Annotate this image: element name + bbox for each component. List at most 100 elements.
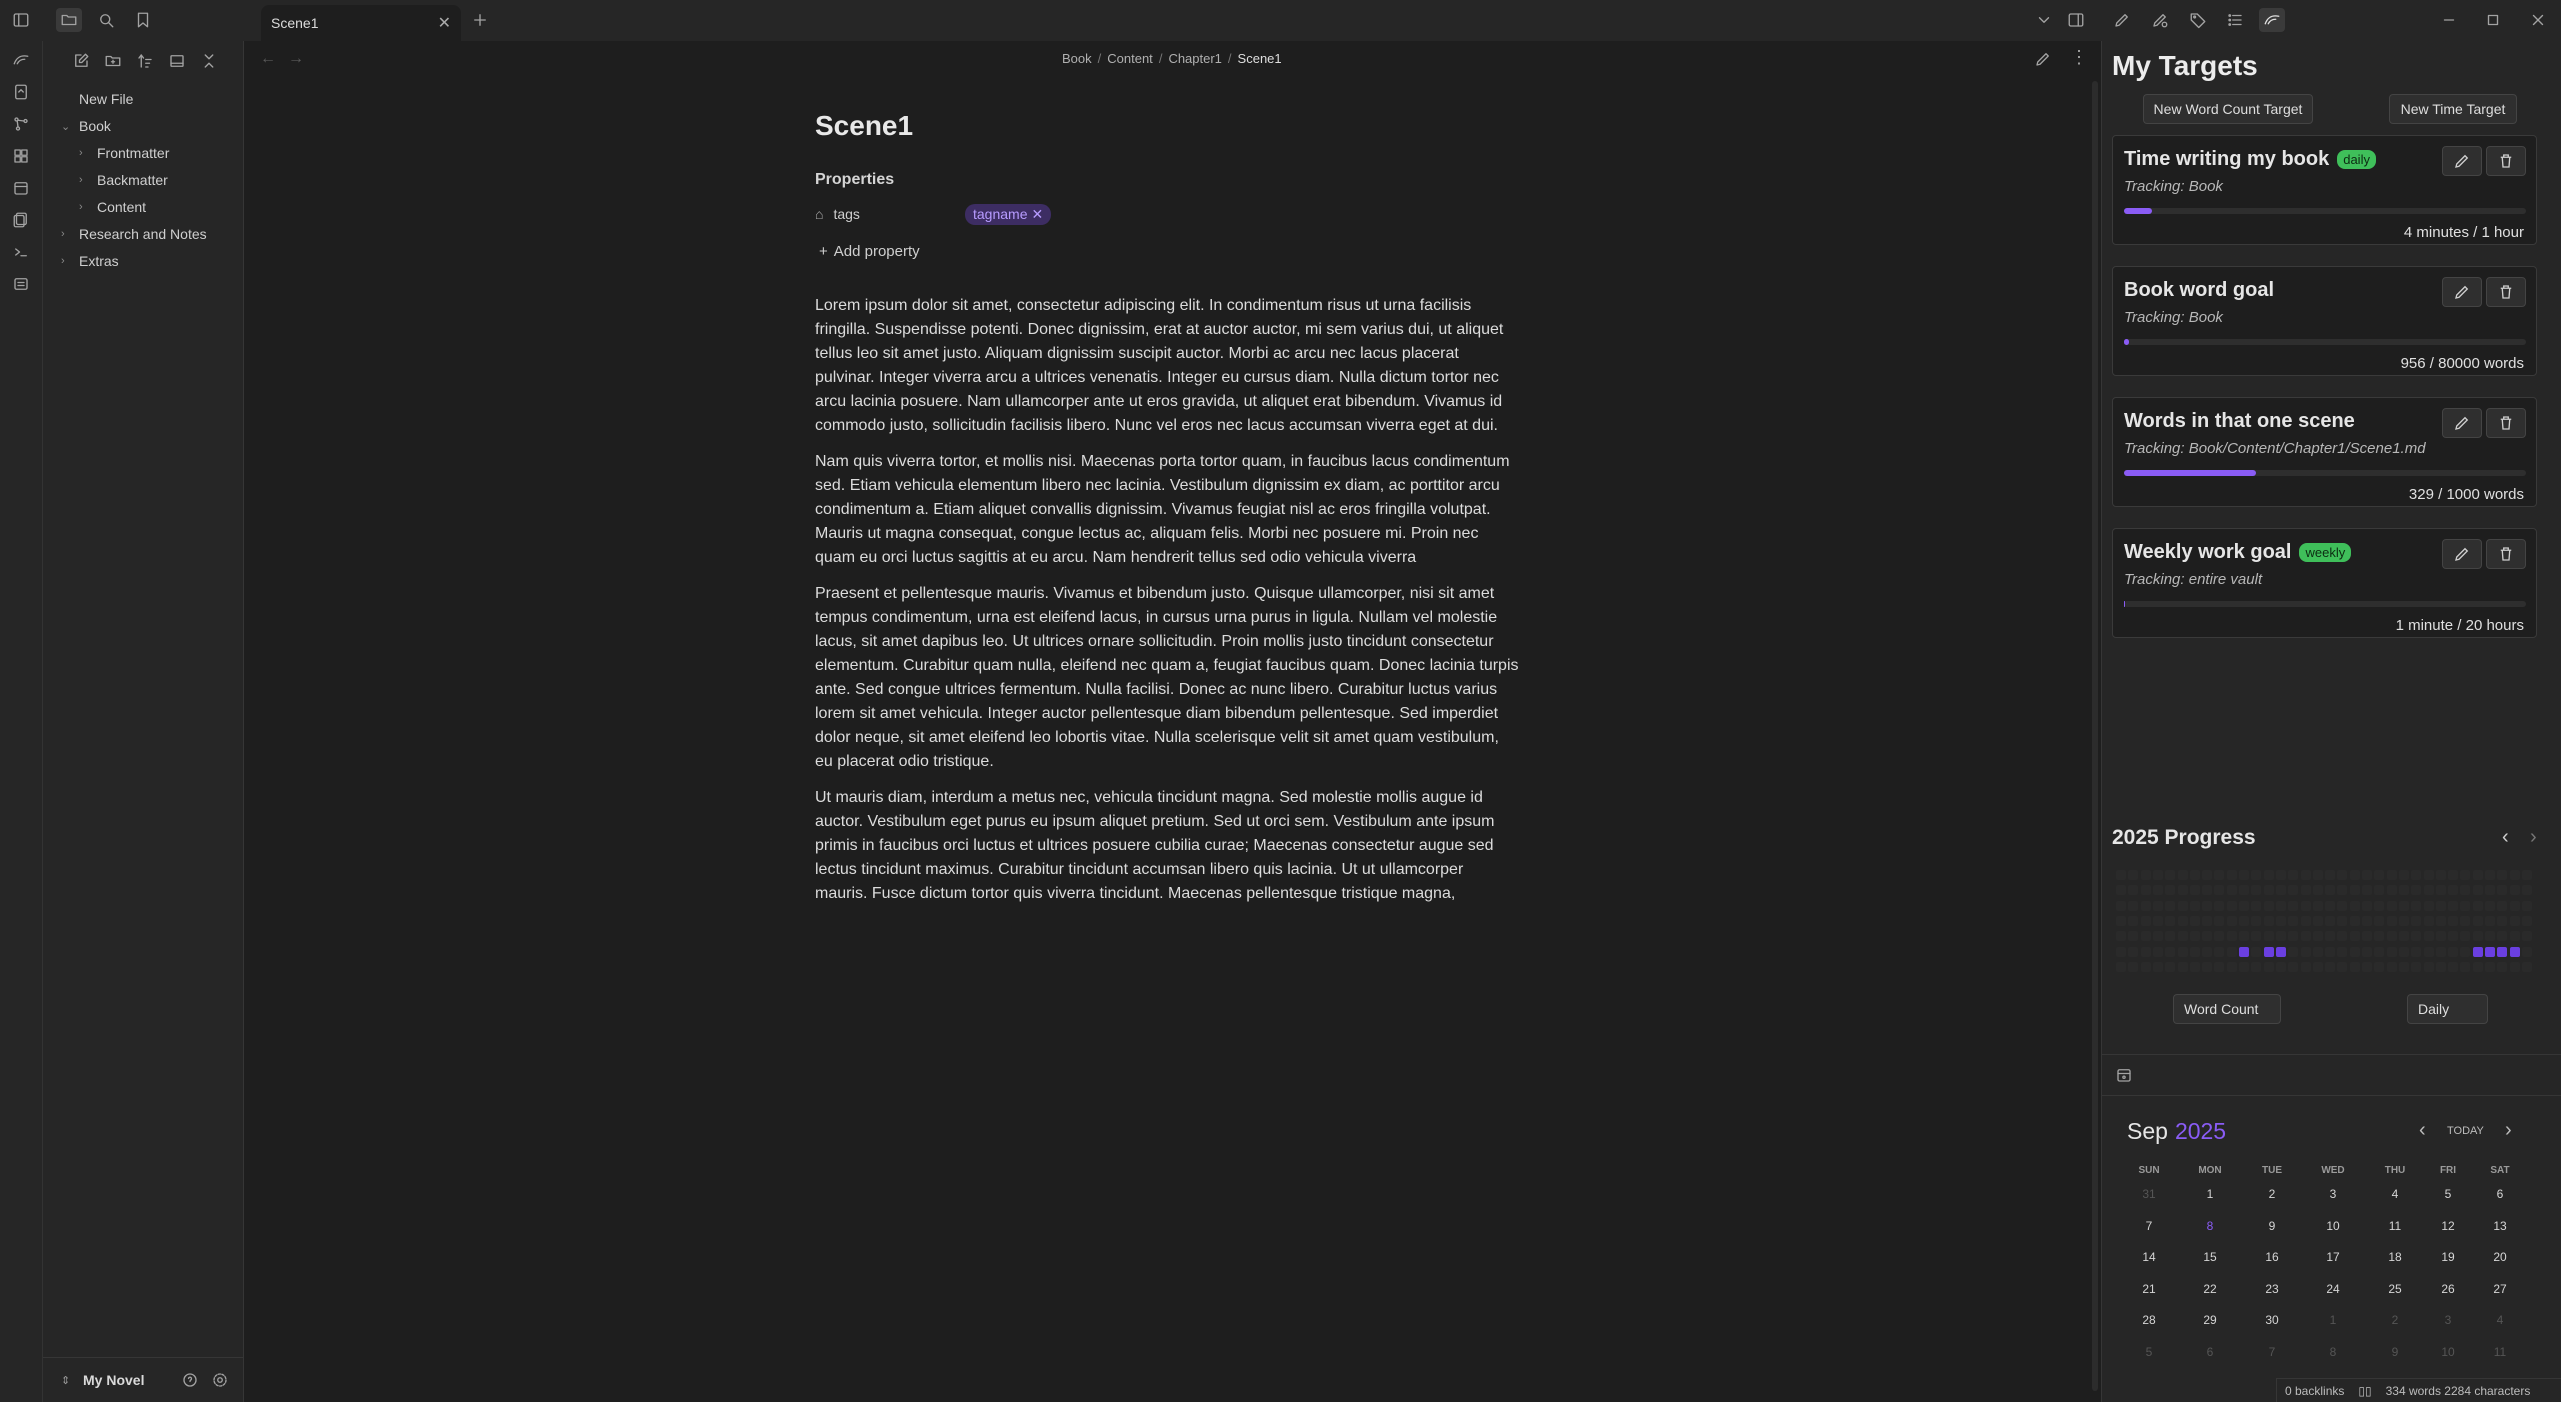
add-property-button[interactable]: + Add property [819,243,920,260]
outline-icon[interactable] [2224,9,2246,31]
remove-tag-icon[interactable]: ✕ [1031,206,1043,223]
settings-gear-icon[interactable] [209,1369,231,1391]
note-title[interactable]: Scene1 [815,110,913,142]
calendar-day[interactable]: 24 [2313,1282,2353,1296]
edit-target-pencil-icon[interactable] [2442,408,2482,438]
calendar-day[interactable]: 31 [2129,1187,2169,1201]
delete-target-trash-icon[interactable] [2486,408,2526,438]
delete-target-trash-icon[interactable] [2486,539,2526,569]
toggle-right-sidebar-icon[interactable] [2065,9,2087,31]
new-time-target-button[interactable]: New Time Target [2389,94,2517,124]
forward-arrow-icon[interactable]: → [288,50,304,68]
calendar-day[interactable]: 12 [2428,1219,2468,1233]
calendar-day[interactable]: 9 [2375,1345,2415,1359]
calendar-day[interactable]: 5 [2428,1187,2468,1201]
calendar-day[interactable]: 25 [2375,1282,2415,1296]
calendar-day[interactable]: 27 [2480,1282,2520,1296]
breadcrumb-book[interactable]: Book [1062,51,1092,66]
folder-extras[interactable]: › Extras [61,253,119,269]
more-options-icon[interactable]: ⋮ [2070,47,2088,68]
calendar-day[interactable]: 3 [2428,1313,2468,1327]
maximize-icon[interactable] [2482,9,2504,31]
edit-target-pencil-icon[interactable] [2442,277,2482,307]
calendar-day[interactable]: 8 [2190,1219,2230,1233]
calendar-today-button[interactable]: TODAY [2447,1125,2484,1137]
calendar-day[interactable]: 6 [2480,1187,2520,1201]
writing-goals-icon[interactable] [2111,9,2133,31]
calendar-day[interactable]: 17 [2313,1250,2353,1264]
new-word-count-target-button[interactable]: New Word Count Target [2143,94,2313,124]
calendar-day[interactable]: 11 [2480,1345,2520,1359]
files-tab-icon[interactable] [56,8,82,32]
tag-pill[interactable]: tagname ✕ [965,204,1052,225]
calendar-day[interactable]: 16 [2252,1250,2292,1264]
tab-scene1[interactable]: Scene1 ✕ [261,5,461,41]
calendar-day[interactable]: 7 [2252,1345,2292,1359]
folder-research[interactable]: › Research and Notes [61,226,207,242]
ribbon-terminal-icon[interactable] [10,241,32,263]
period-select[interactable]: Daily [2407,994,2488,1024]
targets-active-icon[interactable] [2259,8,2285,32]
reading-view-book-icon[interactable]: ▯▯ [2358,1384,2371,1398]
calendar-day[interactable]: 29 [2190,1313,2230,1327]
note-body[interactable]: Lorem ipsum dolor sit amet, consectetur … [815,294,1520,918]
delete-target-trash-icon[interactable] [2486,146,2526,176]
calendar-view-icon[interactable] [2113,1064,2135,1086]
breadcrumb-scene1[interactable]: Scene1 [1238,51,1282,66]
calendar-day[interactable]: 1 [2313,1313,2353,1327]
calendar-day[interactable]: 9 [2252,1219,2292,1233]
calendar-day[interactable]: 26 [2428,1282,2468,1296]
progress-next-chevron-icon[interactable]: › [2530,826,2537,849]
new-file-item[interactable]: New File [79,91,133,107]
edit-target-pencil-icon[interactable] [2442,539,2482,569]
new-note-icon[interactable] [70,50,92,72]
calendar-day[interactable]: 15 [2190,1250,2230,1264]
calendar-day[interactable]: 30 [2252,1313,2292,1327]
sort-icon[interactable] [134,50,156,72]
edit-mode-pencil-icon[interactable] [2032,48,2054,70]
help-icon[interactable] [179,1369,201,1391]
progress-prev-chevron-icon[interactable]: ‹ [2502,826,2509,849]
ribbon-command-palette-icon[interactable] [10,273,32,295]
new-folder-icon[interactable] [102,50,124,72]
calendar-day[interactable]: 19 [2428,1250,2468,1264]
calendar-prev-chevron-icon[interactable]: ‹ [2419,1119,2426,1142]
backlinks-count[interactable]: 0 backlinks [2285,1384,2344,1398]
folder-content[interactable]: › Content [79,199,146,215]
calendar-day[interactable]: 3 [2313,1187,2353,1201]
calendar-day[interactable]: 4 [2375,1187,2415,1201]
calendar-day[interactable]: 22 [2190,1282,2230,1296]
calendar-day[interactable]: 6 [2190,1345,2230,1359]
calendar-day[interactable]: 10 [2428,1345,2468,1359]
calendar-day[interactable]: 13 [2480,1219,2520,1233]
calendar-day[interactable]: 4 [2480,1313,2520,1327]
close-window-icon[interactable] [2527,9,2549,31]
folder-book[interactable]: ⌄ Book [61,118,111,134]
calendar-day[interactable]: 8 [2313,1345,2353,1359]
edit-goal-icon[interactable] [2149,9,2171,31]
vault-switch-icon[interactable]: ⇕ [61,1374,70,1387]
tab-list-chevron-down-icon[interactable] [2033,9,2055,31]
ribbon-writing-icon[interactable] [10,49,32,71]
calendar-day[interactable]: 11 [2375,1219,2415,1233]
calendar-day[interactable]: 5 [2129,1345,2169,1359]
search-icon[interactable] [95,9,117,31]
calendar-day[interactable]: 2 [2252,1187,2292,1201]
new-tab-icon[interactable] [469,9,491,31]
calendar-next-chevron-icon[interactable]: › [2505,1119,2512,1142]
vault-name[interactable]: My Novel [83,1372,144,1388]
property-tags-row[interactable]: ⌂ tags [815,206,860,222]
ribbon-graph-icon[interactable] [10,113,32,135]
collapse-all-icon[interactable] [198,50,220,72]
folder-backmatter[interactable]: › Backmatter [79,172,168,188]
calendar-day[interactable]: 14 [2129,1250,2169,1264]
calendar-day[interactable]: 18 [2375,1250,2415,1264]
ribbon-calendar-icon[interactable] [10,177,32,199]
toggle-left-sidebar-icon[interactable] [10,9,32,31]
folder-frontmatter[interactable]: › Frontmatter [79,145,169,161]
ribbon-templates-icon[interactable] [10,209,32,231]
calendar-day[interactable]: 7 [2129,1219,2169,1233]
metric-select[interactable]: Word Count [2173,994,2281,1024]
calendar-day[interactable]: 20 [2480,1250,2520,1264]
calendar-day[interactable]: 2 [2375,1313,2415,1327]
